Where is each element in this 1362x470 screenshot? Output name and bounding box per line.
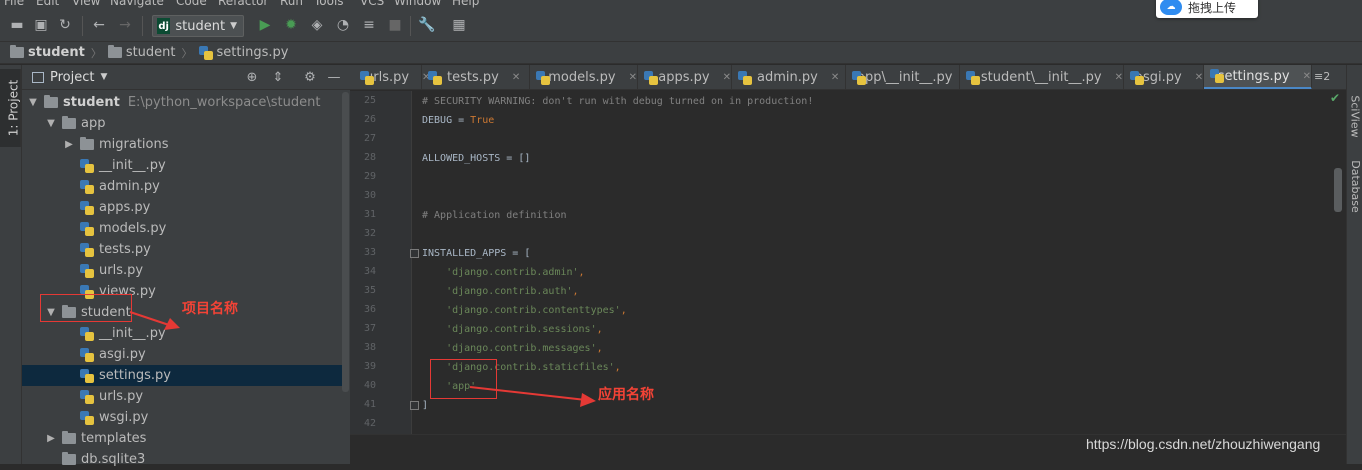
watermark: https://blog.csdn.net/zhouzhiwengang xyxy=(1086,436,1321,452)
project-name-arrow xyxy=(129,311,180,330)
app-name-arrow xyxy=(469,386,596,407)
annotation-arrows xyxy=(129,311,596,407)
